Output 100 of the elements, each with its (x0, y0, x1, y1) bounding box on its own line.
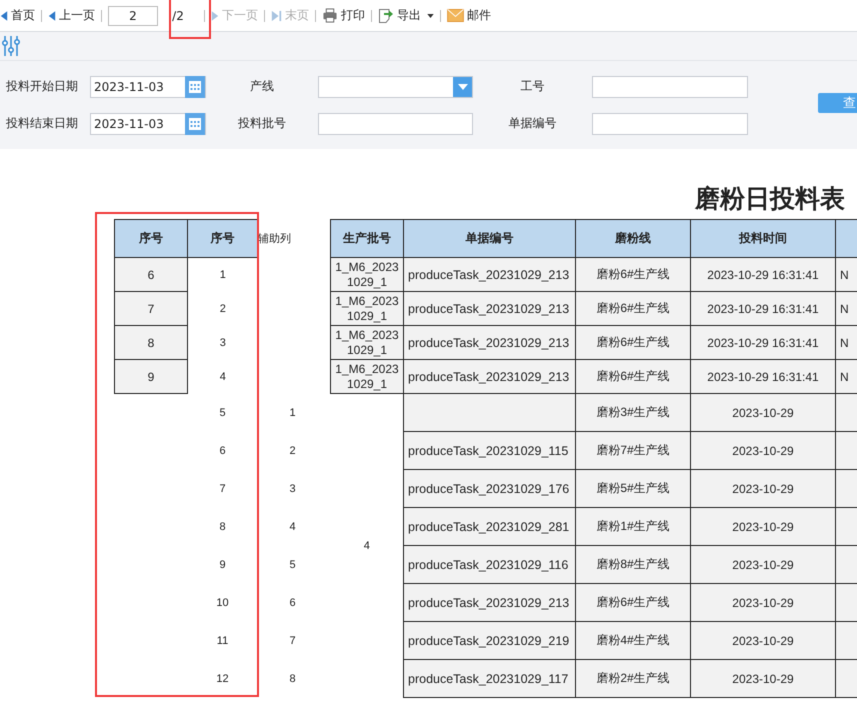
skip-end-icon (271, 10, 282, 22)
table-cell: 磨粉6#生产线 (576, 326, 690, 360)
prev-button[interactable]: 上一页 (48, 7, 95, 24)
table-cell: produceTask_20231029_219 (404, 622, 576, 660)
date-field[interactable]: 2023-11-03 (90, 112, 206, 134)
caret-icon (427, 14, 434, 18)
table-cell: 2023-10-29 16:31:41 (690, 360, 836, 394)
table-cell: 2023-10-29 (690, 622, 836, 660)
table-cell: 2023-10-29 16:31:41 (690, 326, 836, 360)
envelope-icon (447, 9, 464, 22)
table-cell: produceTask_20231029_115 (404, 432, 576, 470)
table-cell: produceTask_20231029_213 (404, 584, 576, 622)
table-cell: 2023-10-29 (690, 508, 836, 546)
table-cell: 4 (188, 360, 258, 394)
field-label: 投料结束日期 (6, 115, 79, 132)
table-cell-text: 5 (288, 558, 297, 572)
input-field[interactable] (318, 112, 473, 134)
page-number-field[interactable]: 2 (108, 6, 158, 26)
table-cell: produceTask_20231029_213 (404, 292, 576, 326)
dropdown-arrow-icon (458, 84, 468, 90)
table-cell: 2023-10-29 (690, 394, 836, 432)
table-cell: 磨粉7#生产线 (576, 432, 690, 470)
highlight-frame (169, 0, 211, 39)
table-cell: produceTask_20231029_117 (404, 660, 576, 698)
table-cell: 磨粉5#生产线 (576, 470, 690, 508)
calendar-icon[interactable] (185, 112, 205, 134)
column-header: 磨粉线 (576, 220, 690, 258)
table-cell: 磨粉6#生产线 (576, 584, 690, 622)
table-cell: N (836, 360, 857, 394)
table-cell: 4 (330, 394, 404, 698)
left-triangle-icon (0, 10, 8, 22)
field-label: 工号 (520, 78, 546, 95)
table-cell: 6 (114, 258, 188, 292)
table-cell: 磨粉4#生产线 (576, 622, 690, 660)
table-cell: 磨粉8#生产线 (576, 546, 690, 584)
table-cell: 磨粉3#生产线 (576, 394, 690, 432)
table-cell: 磨粉6#生产线 (576, 360, 690, 394)
printer-icon (322, 8, 338, 23)
table-cell: 2023-10-29 16:31:41 (690, 292, 836, 326)
table-cell: 2 (188, 292, 258, 326)
table-cell: 1 (188, 258, 258, 292)
table-cell: produceTask_20231029_213 (404, 360, 576, 394)
table-cell: 磨粉2#生产线 (576, 660, 690, 698)
export-button[interactable]: 导出 (378, 7, 434, 24)
table-cell-text: 10 (215, 596, 230, 610)
sliders-icon[interactable] (2, 35, 20, 57)
column-header: 单据编号 (404, 220, 576, 258)
table-cell: 5 (188, 394, 258, 432)
field-label: 单据编号 (508, 115, 558, 132)
column-header: 序号 (114, 220, 188, 258)
table-cell: 2023-10-29 16:31:41 (690, 258, 836, 292)
table-cell: 2023-10-29 (690, 470, 836, 508)
table-cell: 2023-10-29 (690, 660, 836, 698)
table-cell-text: 8 (288, 672, 297, 686)
page-total: /2 (171, 8, 185, 22)
table-cell: 9 (114, 360, 188, 394)
table-cell: 1_M6_2023 1029_1 (330, 360, 404, 394)
line-dropdown[interactable] (318, 76, 473, 98)
table-cell-text: 8 (218, 520, 227, 534)
table-cell: 8 (114, 326, 188, 360)
table-cell-text: 7 (218, 482, 227, 496)
column-header: 辅助列 (258, 220, 330, 258)
mail-button[interactable]: 邮件 (447, 7, 491, 24)
input-field[interactable] (592, 76, 748, 98)
column-header: 序号 (188, 220, 258, 258)
calendar-icon[interactable] (185, 76, 205, 98)
table-cell: 7 (114, 292, 188, 326)
table-cell-text: 2 (288, 444, 297, 458)
table-cell: produceTask_20231029_116 (404, 546, 576, 584)
table-cell: 磨粉1#生产线 (576, 508, 690, 546)
column-header: 投料时间 (690, 220, 836, 258)
table-cell: produceTask_20231029_213 (404, 326, 576, 360)
table-cell-text: 3 (288, 482, 297, 496)
export-document-icon (378, 8, 394, 24)
column-header: 生产批号 (330, 220, 404, 258)
table-cell: 磨粉6#生产线 (576, 258, 690, 292)
first-button[interactable]: 首页 (0, 7, 35, 24)
report-title: 磨粉日投料表 (694, 183, 846, 215)
input-field[interactable] (592, 112, 748, 134)
print-button[interactable]: 打印 (322, 7, 365, 24)
table-cell: N (836, 292, 857, 326)
table-cell: produceTask_20231029_213 (404, 258, 576, 292)
table-cell-text: 6 (288, 596, 297, 610)
table-cell-text: 7 (288, 634, 297, 648)
table-cell: 1_M6_2023 1029_1 (330, 292, 404, 326)
field-label: 产线 (249, 78, 275, 95)
table-cell: 1 (258, 394, 330, 432)
table-cell-text: 6 (218, 444, 227, 458)
table-cell: 3 (188, 326, 258, 360)
date-field[interactable]: 2023-11-03 (90, 76, 206, 98)
table-cell: produceTask_20231029_176 (404, 470, 576, 508)
table-cell: 1_M6_2023 1029_1 (330, 258, 404, 292)
table-cell-text: 4 (288, 520, 297, 534)
table-cell-text: 11 (216, 634, 230, 648)
table-cell-text: 12 (215, 672, 230, 686)
table-cell: 2023-10-29 (690, 432, 836, 470)
field-label: 投料开始日期 (6, 78, 79, 95)
field-label: 投料批号 (237, 115, 287, 132)
table-cell: 2023-10-29 (690, 584, 836, 622)
table-cell-text: 9 (218, 558, 227, 572)
